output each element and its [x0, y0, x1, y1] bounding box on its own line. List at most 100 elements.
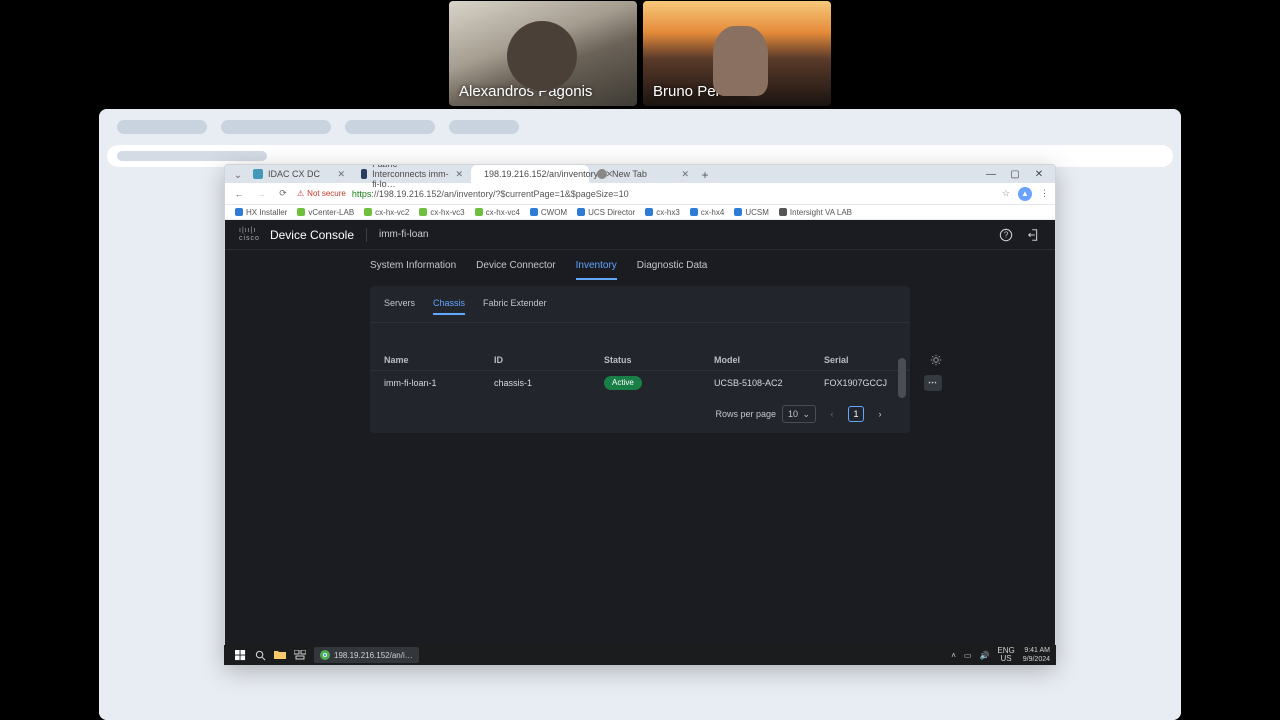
tab-1-close-icon[interactable]: ✕ [337, 169, 345, 180]
subtab-fabric-extender[interactable]: Fabric Extender [483, 298, 547, 314]
tab-2-close-icon[interactable]: ✕ [455, 169, 463, 180]
kebab-menu-icon[interactable]: ⋮ [1040, 188, 1049, 199]
bookmark-label: UCS Director [588, 208, 635, 217]
bookmark-favicon [364, 208, 372, 216]
bookmark-item[interactable]: cx-hx-vc3 [419, 208, 464, 217]
browser-window: ⌄ IDAC CX DC ✕ Fabric Interconnects imm-… [224, 164, 1056, 665]
video-thumbnails: Alexandros Pagonis Bruno Pereira [449, 1, 831, 106]
tray-monitor-icon[interactable]: ▭ [964, 651, 972, 660]
rows-per-page-value: 10 [788, 409, 798, 419]
cell-name: imm-fi-loan-1 [384, 378, 494, 388]
bookmark-item[interactable]: cx-hx4 [690, 208, 725, 217]
col-status[interactable]: Status [604, 355, 714, 365]
chevron-down-icon: ⌄ [802, 409, 810, 420]
subtab-servers[interactable]: Servers [384, 298, 415, 314]
device-name: imm-fi-loan [379, 229, 428, 240]
file-explorer-icon[interactable] [270, 645, 290, 665]
col-name[interactable]: Name [384, 355, 494, 365]
page-next-button[interactable]: › [872, 406, 888, 422]
tray-volume-icon[interactable]: 🔊 [979, 651, 989, 660]
bookmark-favicon [645, 208, 653, 216]
bookmark-item[interactable]: HX Installer [235, 208, 287, 217]
bookmark-item[interactable]: UCS Director [577, 208, 635, 217]
help-icon[interactable]: ? [999, 228, 1013, 242]
bookmark-item[interactable]: cx-hx3 [645, 208, 680, 217]
taskbar-active-app[interactable]: 198.19.216.152/an/i… [314, 647, 419, 663]
bookmark-item[interactable]: CWOM [530, 208, 567, 217]
bookmark-item[interactable]: Intersight VA LAB [779, 208, 852, 217]
bookmark-favicon [577, 208, 585, 216]
page-prev-button[interactable]: ‹ [824, 406, 840, 422]
bookmark-item[interactable]: vCenter-LAB [297, 208, 354, 217]
windows-taskbar: 198.19.216.152/an/i… ˄ ▭ 🔊 ENGUS 9:41 AM… [224, 645, 1056, 665]
url-scheme: https [352, 189, 372, 199]
address-bar: ← → ⟳ ⚠ Not secure https://198.19.216.15… [225, 183, 1055, 205]
profile-avatar-icon[interactable]: ▲ [1018, 187, 1032, 201]
rows-per-page-label: Rows per page [715, 409, 776, 419]
participant-1[interactable]: Alexandros Pagonis [449, 1, 637, 106]
nav-diagnostic-data[interactable]: Diagnostic Data [637, 252, 708, 279]
row-actions-icon[interactable]: ⋯ [924, 375, 942, 391]
tab-4[interactable]: New Tab ✕ [589, 165, 697, 183]
bookmark-item[interactable]: cx-hx-vc4 [475, 208, 520, 217]
url-rest: ://198.19.216.152/an/inventory/?$current… [371, 189, 628, 199]
table-header-row: Name ID Status Model Serial [370, 349, 910, 371]
participant-2[interactable]: Bruno Pereira [643, 1, 831, 106]
participant-2-name: Bruno Pereira [653, 83, 746, 100]
taskbar-app-label: 198.19.216.152/an/i… [334, 651, 413, 660]
cisco-logo: ı|ıı|ı cisco [239, 227, 260, 243]
taskbar-search-icon[interactable] [250, 645, 270, 665]
subtab-chassis[interactable]: Chassis [433, 298, 465, 314]
bookmark-label: cx-hx-vc2 [375, 208, 409, 217]
bookmark-label: CWOM [541, 208, 567, 217]
svg-text:?: ? [1004, 230, 1009, 239]
bookmark-label: cx-hx-vc3 [430, 208, 464, 217]
bookmark-favicon [734, 208, 742, 216]
new-tab-button[interactable]: + [697, 167, 713, 183]
tab-2-label: Fabric Interconnects imm-fi-lo… [372, 164, 450, 189]
bookmark-favicon [297, 208, 305, 216]
chrome-icon [320, 650, 330, 660]
nav-back-button[interactable]: ← [231, 186, 247, 202]
page-current: 1 [848, 406, 864, 422]
logout-icon[interactable] [1027, 228, 1041, 242]
inventory-panel: Servers Chassis Fabric Extender Name ID St… [370, 286, 910, 433]
bookmark-label: vCenter-LAB [308, 208, 354, 217]
window-minimize-button[interactable]: — [979, 165, 1003, 183]
nav-inventory[interactable]: Inventory [576, 252, 617, 279]
bookmark-label: HX Installer [246, 208, 287, 217]
tab-4-label: New Tab [612, 169, 647, 179]
col-model[interactable]: Model [714, 355, 824, 365]
status-badge: Active [604, 376, 642, 390]
col-id[interactable]: ID [494, 355, 604, 365]
nav-forward-button[interactable]: → [253, 186, 269, 202]
tray-language[interactable]: ENGUS [997, 647, 1014, 663]
table-row[interactable]: imm-fi-loan-1 chassis-1 Active UCSB-5108… [370, 371, 910, 395]
tray-chevron-icon[interactable]: ˄ [951, 651, 956, 660]
bookmark-item[interactable]: cx-hx-vc2 [364, 208, 409, 217]
taskview-icon[interactable] [290, 645, 310, 665]
bookmark-item[interactable]: UCSM [734, 208, 769, 217]
url-display[interactable]: https://198.19.216.152/an/inventory/?$cu… [352, 189, 629, 199]
window-maximize-button[interactable]: ▢ [1003, 165, 1027, 183]
start-button[interactable] [230, 645, 250, 665]
nav-system-information[interactable]: System Information [370, 252, 456, 279]
table-settings-icon[interactable] [930, 354, 942, 366]
rows-per-page-select[interactable]: 10 ⌄ [782, 405, 816, 423]
tab-4-close-icon[interactable]: ✕ [681, 169, 689, 180]
tray-clock[interactable]: 9:41 AM9/9/2024 [1023, 646, 1050, 664]
bookmark-label: cx-hx4 [701, 208, 725, 217]
nav-reload-button[interactable]: ⟳ [275, 186, 291, 202]
tab-search-icon[interactable]: ⌄ [231, 167, 245, 183]
nav-device-connector[interactable]: Device Connector [476, 252, 555, 279]
tab-3[interactable]: 198.19.216.152/an/inventory/ ✕ [471, 165, 589, 183]
scrollbar[interactable] [898, 358, 906, 398]
tab-2[interactable]: Fabric Interconnects imm-fi-lo… ✕ [353, 165, 471, 183]
tab-1[interactable]: IDAC CX DC ✕ [245, 165, 353, 183]
cell-model: UCSB-5108-AC2 [714, 378, 824, 388]
window-close-button[interactable]: ✕ [1027, 165, 1051, 183]
security-indicator[interactable]: ⚠ Not secure [297, 189, 346, 198]
bookmark-favicon [690, 208, 698, 216]
bookmark-favicon [235, 208, 243, 216]
bookmark-star-icon[interactable]: ☆ [1002, 188, 1010, 199]
